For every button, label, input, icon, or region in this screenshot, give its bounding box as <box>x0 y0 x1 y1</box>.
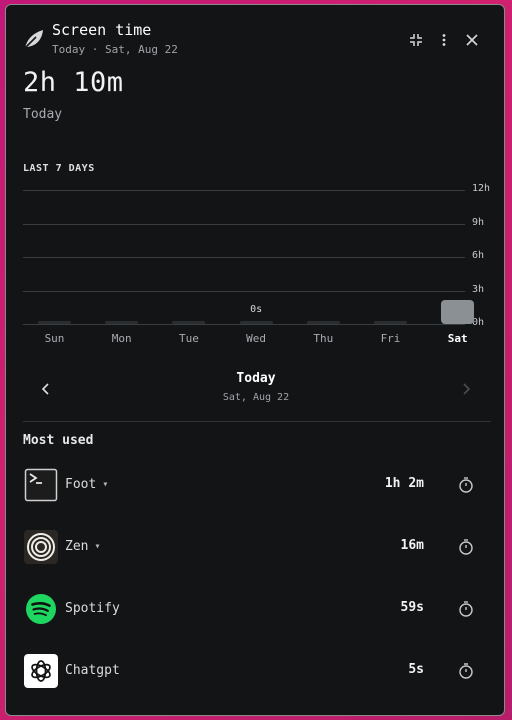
bar-wed[interactable] <box>239 321 273 324</box>
app-name[interactable]: Spotify <box>65 601 120 616</box>
y-tick-label: 9h <box>472 216 485 228</box>
timer-icon[interactable] <box>457 538 475 556</box>
x-tick-sun[interactable]: Sun <box>35 332 75 345</box>
app-usage-time: 5s <box>408 662 424 677</box>
close-icon <box>465 33 479 47</box>
x-tick-wed[interactable]: Wed <box>236 332 276 345</box>
next-day-button[interactable] <box>456 379 476 399</box>
chart-gridline <box>23 290 465 292</box>
more-options-button[interactable] <box>434 30 454 50</box>
collapse-button[interactable] <box>406 30 426 50</box>
app-row-chatgpt[interactable]: Chatgpt 5s <box>6 654 504 715</box>
close-button[interactable] <box>462 30 482 50</box>
bar-value-label: 0s <box>250 304 263 315</box>
app-usage-time: 16m <box>400 538 424 553</box>
chart-gridline <box>23 257 465 258</box>
app-name[interactable]: Chatgpt <box>65 663 120 678</box>
total-screen-time: 2h 10m <box>23 67 124 98</box>
chatgpt-icon <box>24 654 58 688</box>
app-row-foot[interactable]: Foot ▾ 1h 2m <box>6 468 504 530</box>
x-tick-tue[interactable]: Tue <box>169 332 209 345</box>
chevron-right-icon <box>461 380 471 399</box>
x-tick-fri[interactable]: Fri <box>371 332 411 345</box>
more-vertical-icon <box>437 33 451 47</box>
chart-gridline <box>23 190 465 191</box>
spotify-icon <box>24 592 58 626</box>
timer-icon[interactable] <box>457 476 475 494</box>
app-title: Screen time <box>52 21 152 39</box>
app-usage-time: 1h 2m <box>384 476 424 491</box>
bar-fri[interactable] <box>374 321 407 324</box>
chevron-down-icon[interactable]: ▾ <box>102 479 108 490</box>
chart-gridline <box>23 223 465 225</box>
app-name[interactable]: Zen ▾ <box>65 539 101 554</box>
total-label: Today <box>23 107 63 122</box>
bar-thu[interactable] <box>306 321 340 324</box>
x-tick-thu[interactable]: Thu <box>303 332 343 345</box>
chart-section-label: LAST 7 DAYS <box>23 163 95 174</box>
divider <box>23 421 491 422</box>
app-row-spotify[interactable]: Spotify 59s <box>6 592 504 654</box>
chart-gridline <box>23 324 465 325</box>
selected-day-title: Today <box>236 371 276 386</box>
most-used-heading: Most used <box>23 433 94 448</box>
selected-day-date: Sat, Aug 22 <box>222 392 290 403</box>
y-tick-label: 12h <box>472 183 491 194</box>
chevron-down-icon[interactable]: ▾ <box>94 541 100 552</box>
bar-tue[interactable] <box>172 321 206 324</box>
app-usage-time: 59s <box>400 600 424 615</box>
app-row-zen[interactable]: Zen ▾ 16m <box>6 530 504 592</box>
timer-icon[interactable] <box>457 600 475 618</box>
x-tick-mon[interactable]: Mon <box>102 332 142 345</box>
day-navigation: Today Sat, Aug 22 <box>6 365 504 415</box>
bar-sat[interactable] <box>441 299 475 324</box>
leaf-icon <box>22 27 46 51</box>
collapse-icon <box>409 33 423 47</box>
y-tick-label: 6h <box>472 250 485 261</box>
weekly-bar-chart: 12h 9h 6h 3h 0h Sun Mon Tue 0s Wed Thu Fri Sat <box>6 180 504 350</box>
app-subtitle: Today · Sat, Aug 22 <box>52 43 178 56</box>
x-tick-sat[interactable]: Sat <box>438 332 478 345</box>
timer-icon[interactable] <box>457 662 475 680</box>
title-bar: Screen time Today · Sat, Aug 22 <box>6 5 504 61</box>
y-tick-label: 3h <box>472 283 485 295</box>
app-name[interactable]: Foot ▾ <box>65 477 108 492</box>
terminal-icon <box>24 468 58 502</box>
bar-sun[interactable] <box>38 321 71 324</box>
screen-time-window: Screen time Today · Sat, Aug 22 2h 10m T… <box>5 4 505 716</box>
bar-mon[interactable] <box>105 321 139 324</box>
zen-browser-icon <box>24 530 58 564</box>
